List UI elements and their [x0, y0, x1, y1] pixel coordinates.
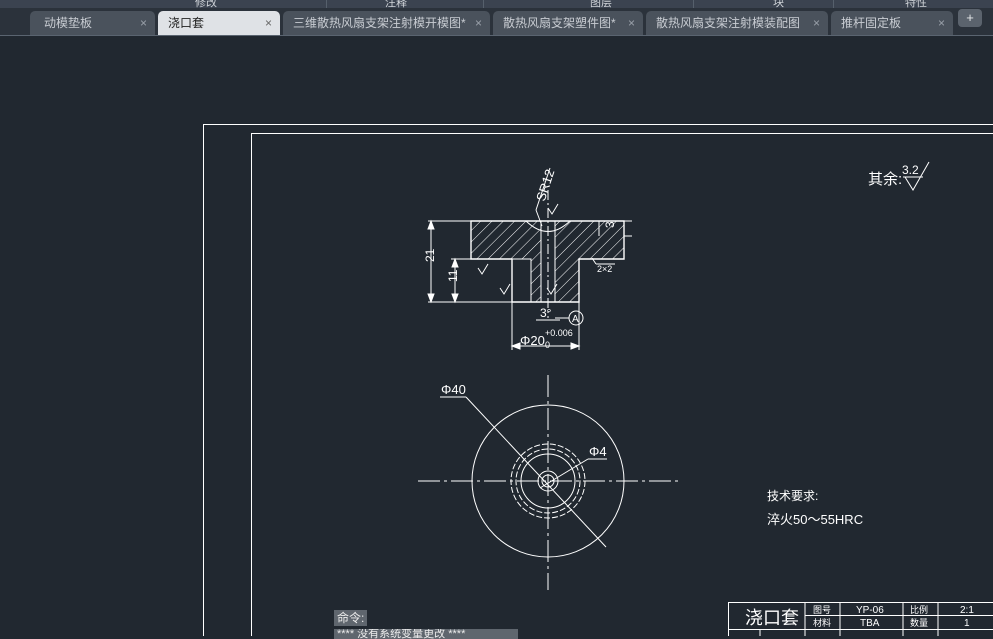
- tab-label: 散热风扇支架注射模装配图: [656, 16, 800, 30]
- tab-label: 动模垫板: [44, 16, 92, 30]
- tab-ejector-plate[interactable]: 推杆固定板 ×: [831, 11, 953, 35]
- top-view: [418, 375, 678, 590]
- dim-phi40: Φ40: [441, 382, 466, 397]
- tab-label: 三维散热风扇支架注射模开模图*: [293, 16, 466, 30]
- sheet-outer-frame: [204, 125, 993, 637]
- ribbon-panel-bar: 修改 注释 图层 块 特性: [0, 0, 993, 8]
- dim-phi20-upper-tol: +0.006: [545, 328, 573, 338]
- ribbon-divider: [833, 0, 834, 8]
- command-history: **** 没有系统变量更改 ****: [334, 629, 518, 639]
- chamfer-label: 2×2: [597, 264, 612, 274]
- title-block-texts: 浇口套 图号 YP-06 比例 2:1 材料 TBA 数量 1: [745, 604, 974, 629]
- tab-label: 推杆固定板: [841, 16, 901, 30]
- tab-label: 散热风扇支架塑件图*: [503, 16, 616, 30]
- tab-assembly[interactable]: 散热风扇支架注射模装配图 ×: [646, 11, 828, 35]
- close-icon[interactable]: ×: [140, 11, 147, 35]
- roughness-note: 其余:: [868, 170, 902, 188]
- dim-phi20: Φ20: [520, 333, 545, 348]
- section-view: [428, 168, 632, 350]
- close-icon[interactable]: ×: [265, 11, 272, 35]
- drawing-no: YP-06: [856, 605, 884, 616]
- ribbon-divider: [483, 0, 484, 8]
- dimension-labels: SR12 21 11 3 3° Φ20 +0.006 0 2×2 A Φ40 Φ…: [423, 163, 919, 527]
- dim-21: 21: [423, 248, 437, 262]
- material-label: 材料: [813, 617, 831, 628]
- ribbon-modify-label[interactable]: 修改: [195, 0, 217, 8]
- ribbon-divider: [693, 0, 694, 8]
- add-tab-button[interactable]: +: [958, 9, 982, 27]
- datum-a: A: [572, 314, 579, 325]
- close-icon[interactable]: ×: [475, 11, 482, 35]
- dim-phi4: Φ4: [589, 444, 607, 459]
- roughness-value: 3.2: [902, 163, 919, 177]
- tab-plastic-part[interactable]: 散热风扇支架塑件图* ×: [493, 11, 643, 35]
- tab-label: 浇口套: [168, 16, 204, 30]
- command-prompt[interactable]: 命令:: [334, 610, 367, 626]
- quantity-value: 1: [964, 618, 970, 629]
- dim-phi20-lower-tol: 0: [545, 340, 550, 350]
- sheet-inner-frame: [252, 134, 993, 637]
- dim-sr12: SR12: [533, 167, 557, 203]
- ribbon-block-label[interactable]: 块: [773, 0, 784, 8]
- close-icon[interactable]: ×: [813, 11, 820, 35]
- ribbon-divider: [326, 0, 327, 8]
- quantity-label: 数量: [910, 617, 928, 628]
- close-icon[interactable]: ×: [628, 11, 635, 35]
- file-tab-bar: 动模垫板 × 浇口套 × 三维散热风扇支架注射模开模图* × 散热风扇支架塑件图…: [0, 8, 993, 36]
- dim-draft-angle: 3°: [540, 306, 552, 320]
- close-icon[interactable]: ×: [938, 11, 945, 35]
- material-value: TBA: [860, 618, 880, 629]
- scale-value: 2:1: [960, 605, 974, 616]
- scale-label: 比例: [910, 604, 928, 615]
- tab-dongmo-dianban[interactable]: 动模垫板 ×: [30, 11, 155, 35]
- ribbon-layer-label[interactable]: 图层: [590, 0, 612, 8]
- drawing-canvas[interactable]: SR12 21 11 3 3° Φ20 +0.006 0 2×2 A Φ40 Φ…: [0, 37, 993, 636]
- drawing-no-label: 图号: [813, 605, 831, 615]
- part-name: 浇口套: [745, 608, 799, 628]
- ribbon-annotation-label[interactable]: 注释: [385, 0, 407, 8]
- dim-11: 11: [446, 269, 460, 282]
- tech-requirements-body: 淬火50～55HRC: [767, 512, 863, 527]
- tab-3d-open-mold[interactable]: 三维散热风扇支架注射模开模图* ×: [283, 11, 490, 35]
- ribbon-properties-label[interactable]: 特性: [905, 0, 927, 8]
- dim-3: 3: [603, 221, 617, 228]
- tech-requirements-title: 技术要求:: [767, 489, 818, 503]
- tab-jiaokoutao[interactable]: 浇口套 ×: [158, 11, 280, 35]
